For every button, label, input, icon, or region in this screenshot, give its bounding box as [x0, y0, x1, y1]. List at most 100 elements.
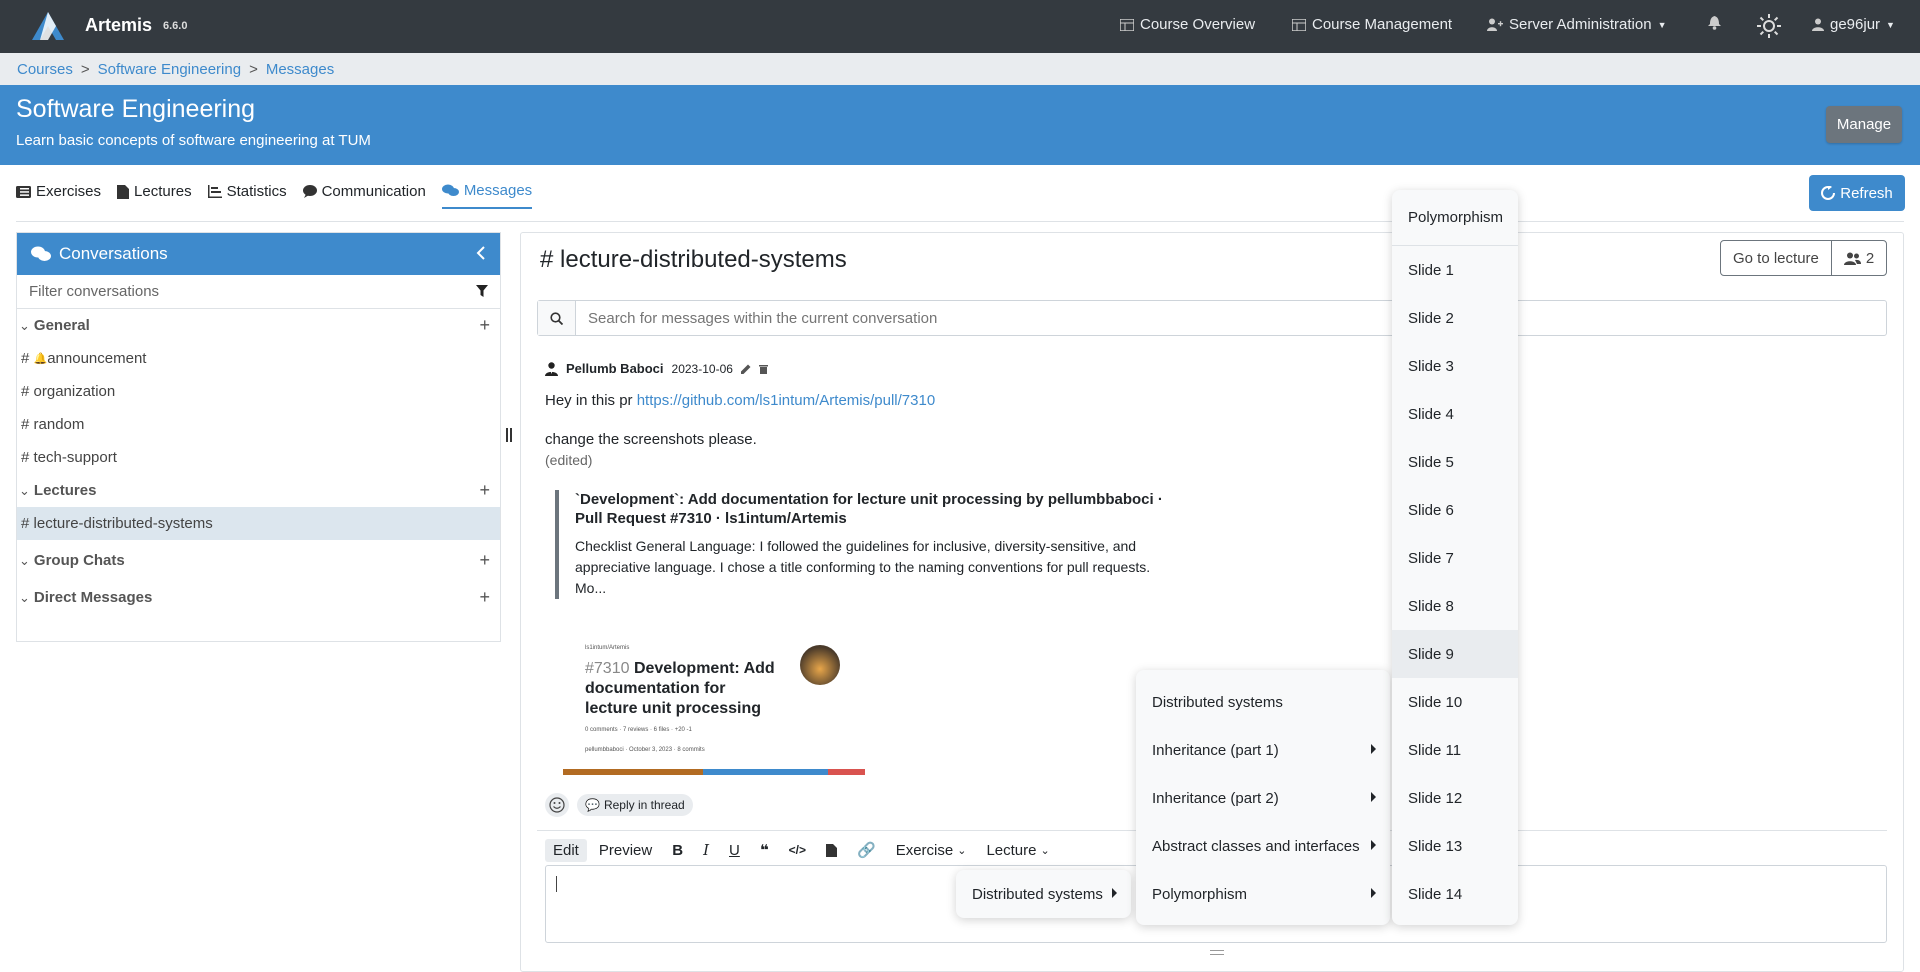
- members-button[interactable]: 2: [1830, 241, 1886, 275]
- comments-icon: [441, 184, 459, 196]
- table-icon: [1292, 18, 1306, 31]
- slide-item[interactable]: Slide 2: [1392, 294, 1518, 342]
- text-caret: [556, 876, 557, 892]
- slide-item[interactable]: Slide 12: [1392, 774, 1518, 822]
- manage-button[interactable]: Manage: [1826, 106, 1902, 143]
- artemis-logo-icon[interactable]: [30, 10, 66, 42]
- bold-button[interactable]: B: [664, 839, 691, 862]
- post-text: Hey in this pr: [545, 392, 637, 409]
- slide-item[interactable]: Slide 1: [1392, 246, 1518, 294]
- tab-messages[interactable]: Messages: [441, 182, 533, 209]
- breadcrumb-course[interactable]: Software Engineering: [98, 61, 241, 78]
- slide-item[interactable]: Slide 6: [1392, 486, 1518, 534]
- post-link[interactable]: https://github.com/ls1intum/Artemis/pull…: [637, 392, 935, 409]
- lecture-menu-item[interactable]: Distributed systems: [956, 870, 1131, 918]
- post-reactions: 💬 Reply in thread: [545, 793, 693, 817]
- sidebar-item-lecture-distributed-systems[interactable]: # lecture-distributed-systems: [17, 507, 500, 540]
- tab-communication[interactable]: Communication: [302, 182, 426, 209]
- refresh-button[interactable]: Refresh: [1809, 175, 1905, 211]
- tab-statistics[interactable]: Statistics: [207, 182, 287, 209]
- user-icon: [1812, 18, 1824, 31]
- lecture-units-menu: Distributed systems Inheritance (part 1)…: [1136, 670, 1390, 925]
- chevron-down-icon: ⌄: [957, 844, 967, 857]
- add-channel-icon[interactable]: +: [479, 315, 490, 336]
- lecture-unit-item[interactable]: Distributed systems: [1136, 678, 1390, 726]
- tab-lectures[interactable]: Lectures: [117, 182, 192, 209]
- slide-item[interactable]: Slide 13: [1392, 822, 1518, 870]
- slide-item[interactable]: Slide 4: [1392, 390, 1518, 438]
- chevron-left-icon[interactable]: [476, 245, 486, 261]
- chevron-down-icon: ⌄: [1040, 844, 1050, 857]
- lecture-unit-item[interactable]: Inheritance (part 1): [1136, 726, 1390, 774]
- sidebar-resize-handle[interactable]: [506, 428, 512, 442]
- server-administration-dropdown[interactable]: Server Administration ▼: [1487, 16, 1666, 33]
- sidebar-group-lectures[interactable]: ⌄ Lectures +: [17, 474, 500, 507]
- group-label: Group Chats: [33, 552, 125, 569]
- slide-item[interactable]: Slide 7: [1392, 534, 1518, 582]
- sidebar-group-direct-messages[interactable]: ⌄ Direct Messages +: [17, 581, 500, 614]
- code-block-button[interactable]: [818, 841, 845, 860]
- slide-item[interactable]: Slide 10: [1392, 678, 1518, 726]
- course-title: Software Engineering: [16, 95, 256, 123]
- breadcrumb-messages[interactable]: Messages: [266, 61, 334, 78]
- user-tie-icon: [545, 361, 558, 376]
- link-button[interactable]: 🔗: [849, 838, 884, 862]
- theme-toggle-button[interactable]: [1757, 14, 1781, 38]
- go-to-lecture-button[interactable]: Go to lecture: [1721, 241, 1831, 275]
- course-overview-link[interactable]: Course Overview: [1120, 16, 1255, 33]
- add-group-chat-icon[interactable]: +: [479, 550, 490, 571]
- add-direct-message-icon[interactable]: +: [479, 587, 490, 608]
- search-icon[interactable]: [538, 301, 576, 335]
- server-administration-label: Server Administration: [1509, 16, 1652, 33]
- filter-icon[interactable]: [476, 285, 488, 297]
- table-icon: [1120, 18, 1134, 31]
- sidebar-item-tech-support[interactable]: # tech-support: [17, 441, 500, 474]
- breadcrumb-courses[interactable]: Courses: [17, 61, 73, 78]
- course-tabs: Exercises Lectures Statistics Communicat…: [16, 182, 533, 209]
- link-preview[interactable]: `Development`: Add documentation for lec…: [555, 490, 1175, 599]
- slide-item[interactable]: Slide 14: [1392, 870, 1518, 918]
- link-preview-image[interactable]: ls1intum/Artemis #7310 Development: Add …: [563, 635, 865, 775]
- message-search-input[interactable]: [576, 309, 1776, 327]
- sidebar-item-random[interactable]: # random: [17, 408, 500, 441]
- user-menu-dropdown[interactable]: ge96jur ▼: [1812, 16, 1895, 33]
- add-channel-icon[interactable]: +: [479, 480, 490, 501]
- quote-button[interactable]: ❝: [752, 838, 777, 862]
- reply-in-thread-button[interactable]: 💬 Reply in thread: [577, 794, 693, 816]
- lecture-unit-item[interactable]: Polymorphism: [1136, 870, 1390, 918]
- tab-preview[interactable]: Preview: [591, 839, 660, 862]
- brand-name[interactable]: Artemis: [85, 15, 152, 36]
- add-reaction-button[interactable]: [545, 793, 569, 817]
- sidebar-group-group-chats[interactable]: ⌄ Group Chats +: [17, 540, 500, 581]
- lecture-unit-item[interactable]: Abstract classes and interfaces: [1136, 822, 1390, 870]
- sidebar-group-general[interactable]: ⌄ General +: [17, 309, 500, 342]
- code-button[interactable]: </>: [781, 840, 814, 860]
- underline-button[interactable]: U: [721, 839, 748, 862]
- exercise-dropdown[interactable]: Exercise ⌄: [888, 839, 975, 862]
- lecture-dropdown[interactable]: Lecture ⌄: [978, 839, 1057, 862]
- file-code-icon: [826, 843, 838, 857]
- post-date: 2023-10-06: [671, 361, 733, 376]
- notifications-button[interactable]: [1708, 16, 1721, 30]
- lecture-unit-item[interactable]: Inheritance (part 2): [1136, 774, 1390, 822]
- link-preview-title[interactable]: `Development`: Add documentation for lec…: [575, 490, 1175, 528]
- course-management-link[interactable]: Course Management: [1292, 16, 1452, 33]
- slide-item-hovered[interactable]: Slide 9: [1392, 630, 1518, 678]
- filter-conversations-input[interactable]: Filter conversations: [17, 275, 500, 309]
- tab-exercises[interactable]: Exercises: [16, 182, 101, 209]
- sidebar-item-announcement[interactable]: # 🔔 announcement: [17, 342, 500, 375]
- slide-item[interactable]: Slide 5: [1392, 438, 1518, 486]
- refresh-icon: [1821, 186, 1836, 200]
- pencil-icon[interactable]: [740, 364, 751, 374]
- slide-item[interactable]: Slide 3: [1392, 342, 1518, 390]
- hash-icon: #: [21, 416, 34, 433]
- slide-item[interactable]: Slide 8: [1392, 582, 1518, 630]
- tab-edit[interactable]: Edit: [545, 838, 587, 862]
- trash-icon[interactable]: [758, 364, 768, 374]
- hash-icon: #: [21, 350, 34, 367]
- editor-resize-grip[interactable]: [1210, 950, 1224, 955]
- sidebar-item-organization[interactable]: # organization: [17, 375, 500, 408]
- post-author[interactable]: Pellumb Baboci: [566, 361, 664, 376]
- slide-item[interactable]: Slide 11: [1392, 726, 1518, 774]
- italic-button[interactable]: I: [695, 838, 717, 862]
